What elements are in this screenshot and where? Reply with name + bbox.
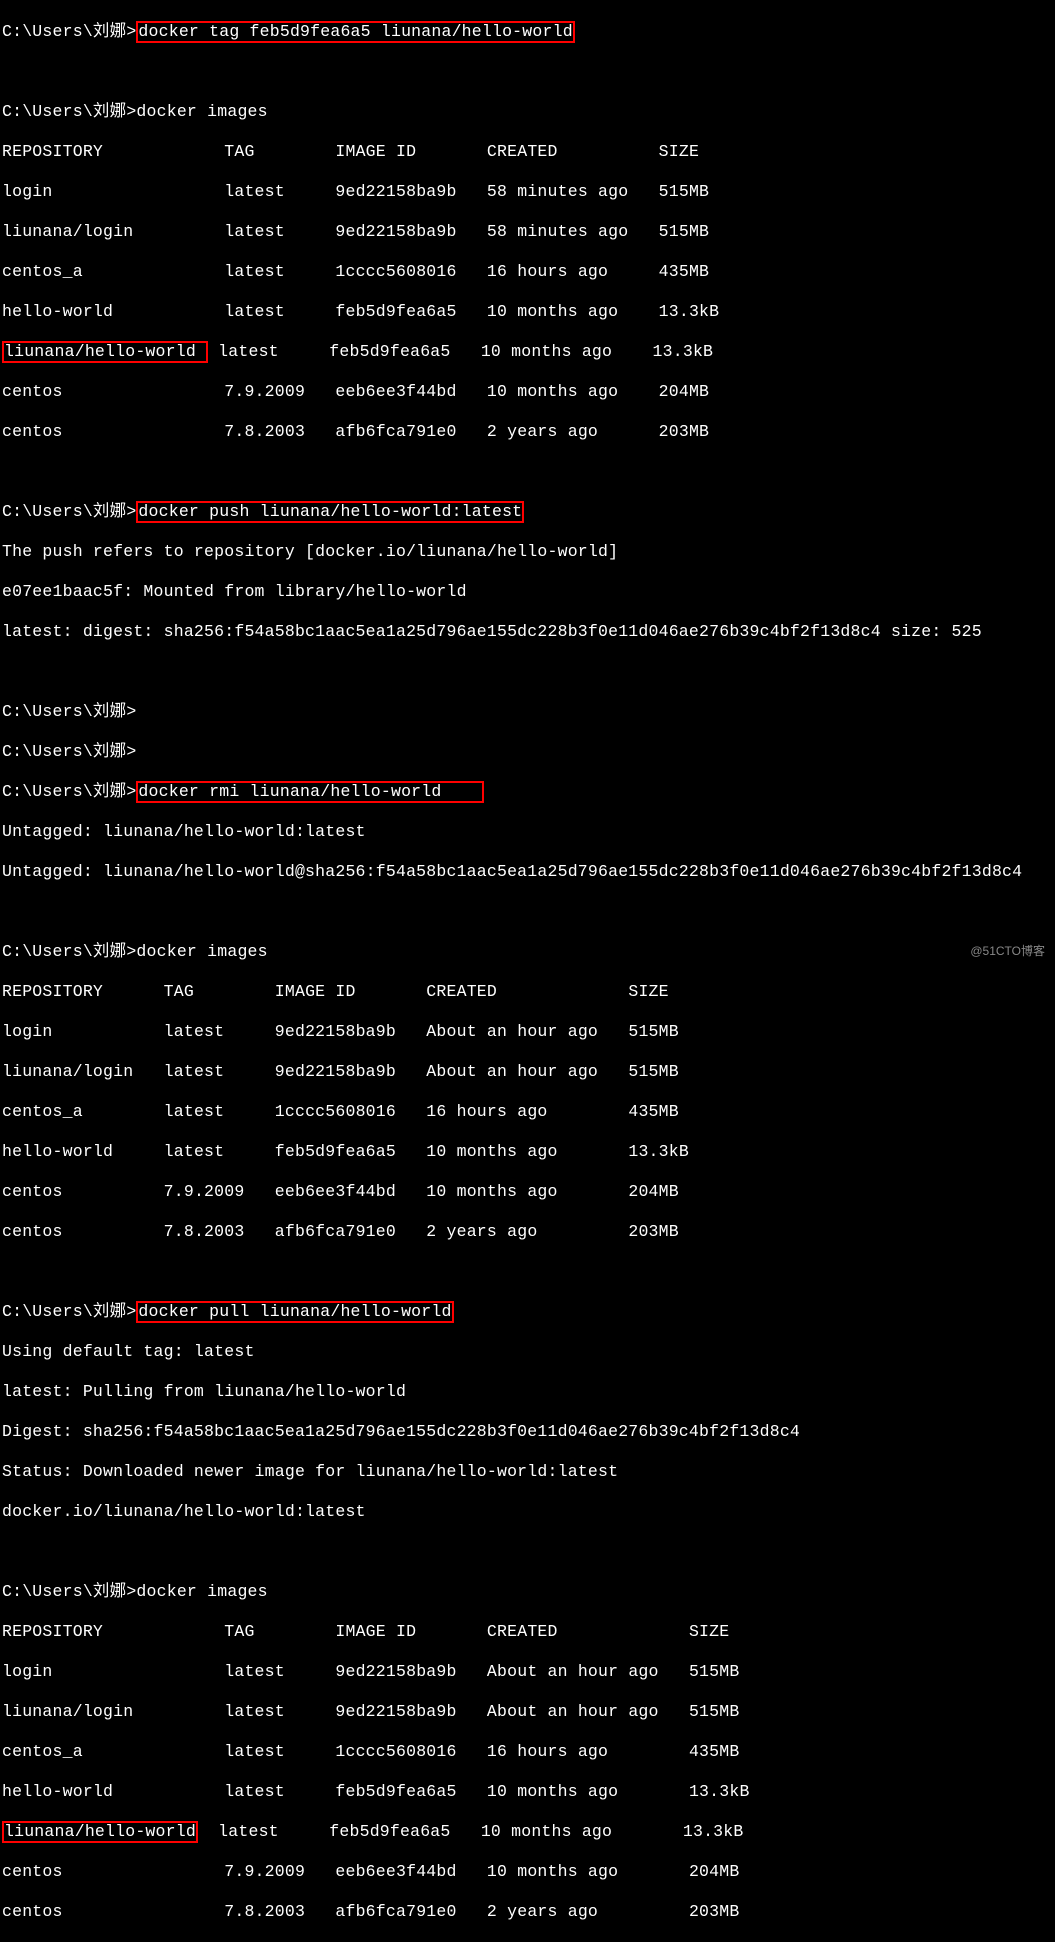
table-row: liunana/login latest 9ed22158ba9b 58 min… [2, 222, 1055, 242]
table-row: centos_a latest 1cccc5608016 16 hours ag… [2, 262, 1055, 282]
highlight-push-cmd: docker push liunana/hello-world:latest [136, 501, 524, 523]
prompt: C:\Users\刘娜> [2, 22, 136, 41]
table-row: liunana/login latest 9ed22158ba9b About … [2, 1062, 1055, 1082]
table-row: centos 7.9.2009 eeb6ee3f44bd 10 months a… [2, 382, 1055, 402]
table-row: centos 7.9.2009 eeb6ee3f44bd 10 months a… [2, 1862, 1055, 1882]
prompt: C:\Users\刘娜> [2, 942, 136, 961]
table-header: REPOSITORY TAG IMAGE ID CREATED SIZE [2, 142, 1055, 162]
output-line: Status: Downloaded newer image for liuna… [2, 1462, 1055, 1482]
table-header: REPOSITORY TAG IMAGE ID CREATED SIZE [2, 982, 1055, 1002]
prompt: C:\Users\刘娜> [2, 1302, 136, 1321]
prompt: C:\Users\刘娜> [2, 782, 136, 801]
table-row: centos 7.8.2003 afb6fca791e0 2 years ago… [2, 1902, 1055, 1922]
table-row: login latest 9ed22158ba9b About an hour … [2, 1022, 1055, 1042]
table-row: centos 7.9.2009 eeb6ee3f44bd 10 months a… [2, 1182, 1055, 1202]
output-line: Digest: sha256:f54a58bc1aac5ea1a25d796ae… [2, 1422, 1055, 1442]
highlight-rmi-cmd: docker rmi liunana/hello-world [136, 781, 483, 803]
table-row: centos_a latest 1cccc5608016 16 hours ag… [2, 1742, 1055, 1762]
output-line: latest: Pulling from liunana/hello-world [2, 1382, 1055, 1402]
output-line: latest: digest: sha256:f54a58bc1aac5ea1a… [2, 622, 1055, 642]
output-line: Using default tag: latest [2, 1342, 1055, 1362]
highlight-new-image: liunana/hello-world [2, 341, 208, 363]
table-row: centos 7.8.2003 afb6fca791e0 2 years ago… [2, 422, 1055, 442]
cmd-docker-images: docker images [136, 942, 267, 961]
prompt: C:\Users\刘娜> [2, 102, 136, 121]
table-row: hello-world latest feb5d9fea6a5 10 month… [2, 1782, 1055, 1802]
terminal-output[interactable]: C:\Users\刘娜>docker tag feb5d9fea6a5 liun… [0, 0, 1055, 1942]
table-header: REPOSITORY TAG IMAGE ID CREATED SIZE [2, 1622, 1055, 1642]
prompt: C:\Users\刘娜> [2, 1582, 136, 1601]
watermark: @51CTO博客 [970, 941, 1045, 961]
table-row: hello-world latest feb5d9fea6a5 10 month… [2, 1142, 1055, 1162]
output-line: Untagged: liunana/hello-world@sha256:f54… [2, 862, 1055, 882]
highlight-pull-cmd: docker pull liunana/hello-world [136, 1301, 453, 1323]
table-row: login latest 9ed22158ba9b 58 minutes ago… [2, 182, 1055, 202]
table-row: centos_a latest 1cccc5608016 16 hours ag… [2, 1102, 1055, 1122]
cmd-docker-images: docker images [136, 102, 267, 121]
table-row: hello-world latest feb5d9fea6a5 10 month… [2, 302, 1055, 322]
prompt: C:\Users\刘娜> [2, 702, 136, 721]
prompt: C:\Users\刘娜> [2, 502, 136, 521]
table-row: liunana/login latest 9ed22158ba9b About … [2, 1702, 1055, 1722]
output-line: e07ee1baac5f: Mounted from library/hello… [2, 582, 1055, 602]
output-line: The push refers to repository [docker.io… [2, 542, 1055, 562]
highlight-tag-cmd: docker tag feb5d9fea6a5 liunana/hello-wo… [136, 21, 574, 43]
output-line: Untagged: liunana/hello-world:latest [2, 822, 1055, 842]
cmd-docker-images: docker images [136, 1582, 267, 1601]
table-row: liunana/hello-world latest feb5d9fea6a5 … [2, 1822, 1055, 1842]
highlight-pulled-image: liunana/hello-world [2, 1821, 198, 1843]
table-row: centos 7.8.2003 afb6fca791e0 2 years ago… [2, 1222, 1055, 1242]
table-row: liunana/hello-world latest feb5d9fea6a5 … [2, 342, 1055, 362]
table-row: login latest 9ed22158ba9b About an hour … [2, 1662, 1055, 1682]
prompt: C:\Users\刘娜> [2, 742, 136, 761]
output-line: docker.io/liunana/hello-world:latest [2, 1502, 1055, 1522]
